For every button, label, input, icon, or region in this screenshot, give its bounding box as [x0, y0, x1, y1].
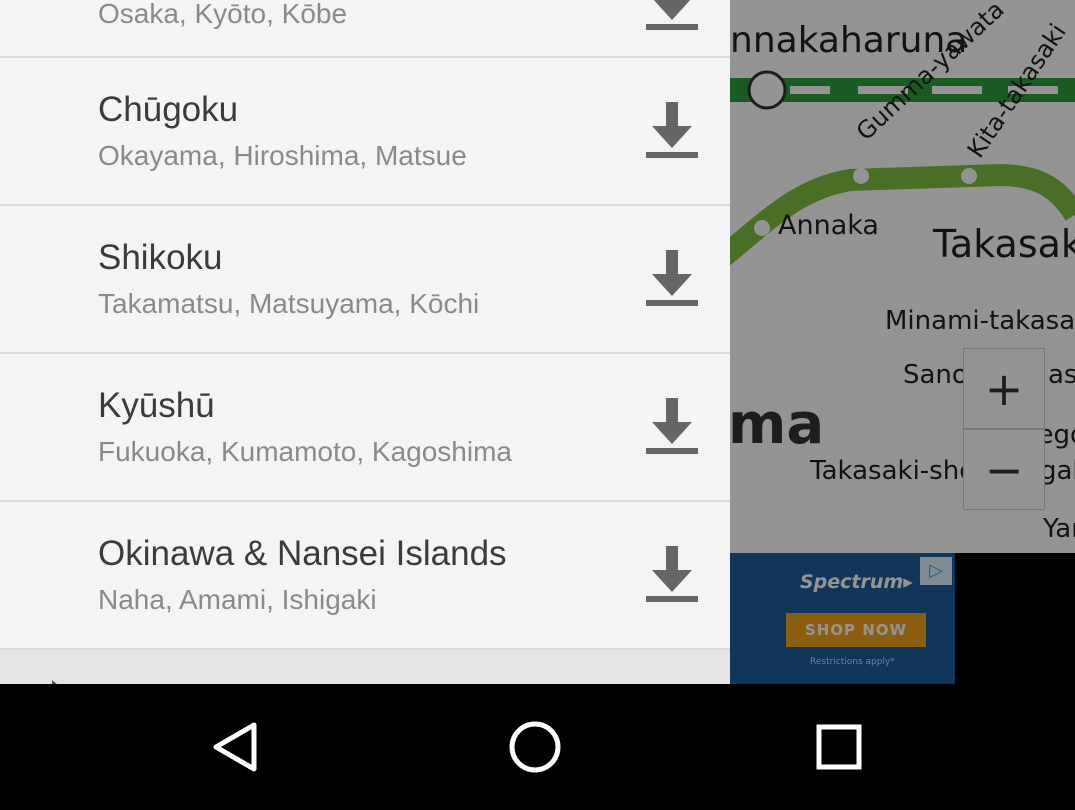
nav-back-button[interactable]: [194, 712, 274, 782]
download-icon[interactable]: [640, 394, 704, 458]
region-title: Chūgoku: [98, 90, 239, 129]
system-nav-bar: [0, 684, 1075, 810]
download-icon[interactable]: [640, 246, 704, 310]
region-title: Shikoku: [98, 238, 223, 277]
region-row-kyushu[interactable]: Kyūshū Fukuoka, Kumamoto, Kagoshima: [0, 354, 730, 502]
drawer-footer: [0, 650, 730, 684]
region-row-okinawa[interactable]: Okinawa & Nansei Islands Naha, Amami, Is…: [0, 502, 730, 650]
recents-square-icon: [816, 724, 862, 770]
download-icon[interactable]: [640, 542, 704, 606]
nav-recents-button[interactable]: [799, 712, 879, 782]
region-title: Kyūshū: [98, 386, 215, 425]
region-title: Okinawa & Nansei Islands: [98, 534, 507, 573]
region-subtitle: Osaka, Kyōto, Kōbe: [98, 0, 348, 29]
region-subtitle: Okayama, Hiroshima, Matsue: [98, 140, 467, 171]
region-download-drawer: Osaka, Kyōto, Kōbe Chūgoku Okayama, Hiro…: [0, 0, 730, 684]
region-subtitle: Naha, Amami, Ishigaki: [98, 584, 377, 615]
home-circle-icon: [509, 721, 561, 773]
download-icon[interactable]: [640, 98, 704, 162]
nav-home-button[interactable]: [495, 712, 575, 782]
region-row-chugoku[interactable]: Chūgoku Okayama, Hiroshima, Matsue: [0, 58, 730, 206]
download-icon[interactable]: [640, 0, 704, 34]
back-triangle-icon: [213, 722, 257, 772]
region-subtitle: Fukuoka, Kumamoto, Kagoshima: [98, 436, 512, 467]
region-row-kansai[interactable]: Osaka, Kyōto, Kōbe: [0, 0, 730, 58]
region-subtitle: Takamatsu, Matsuyama, Kōchi: [98, 288, 480, 319]
region-row-shikoku[interactable]: Shikoku Takamatsu, Matsuyama, Kōchi: [0, 206, 730, 354]
